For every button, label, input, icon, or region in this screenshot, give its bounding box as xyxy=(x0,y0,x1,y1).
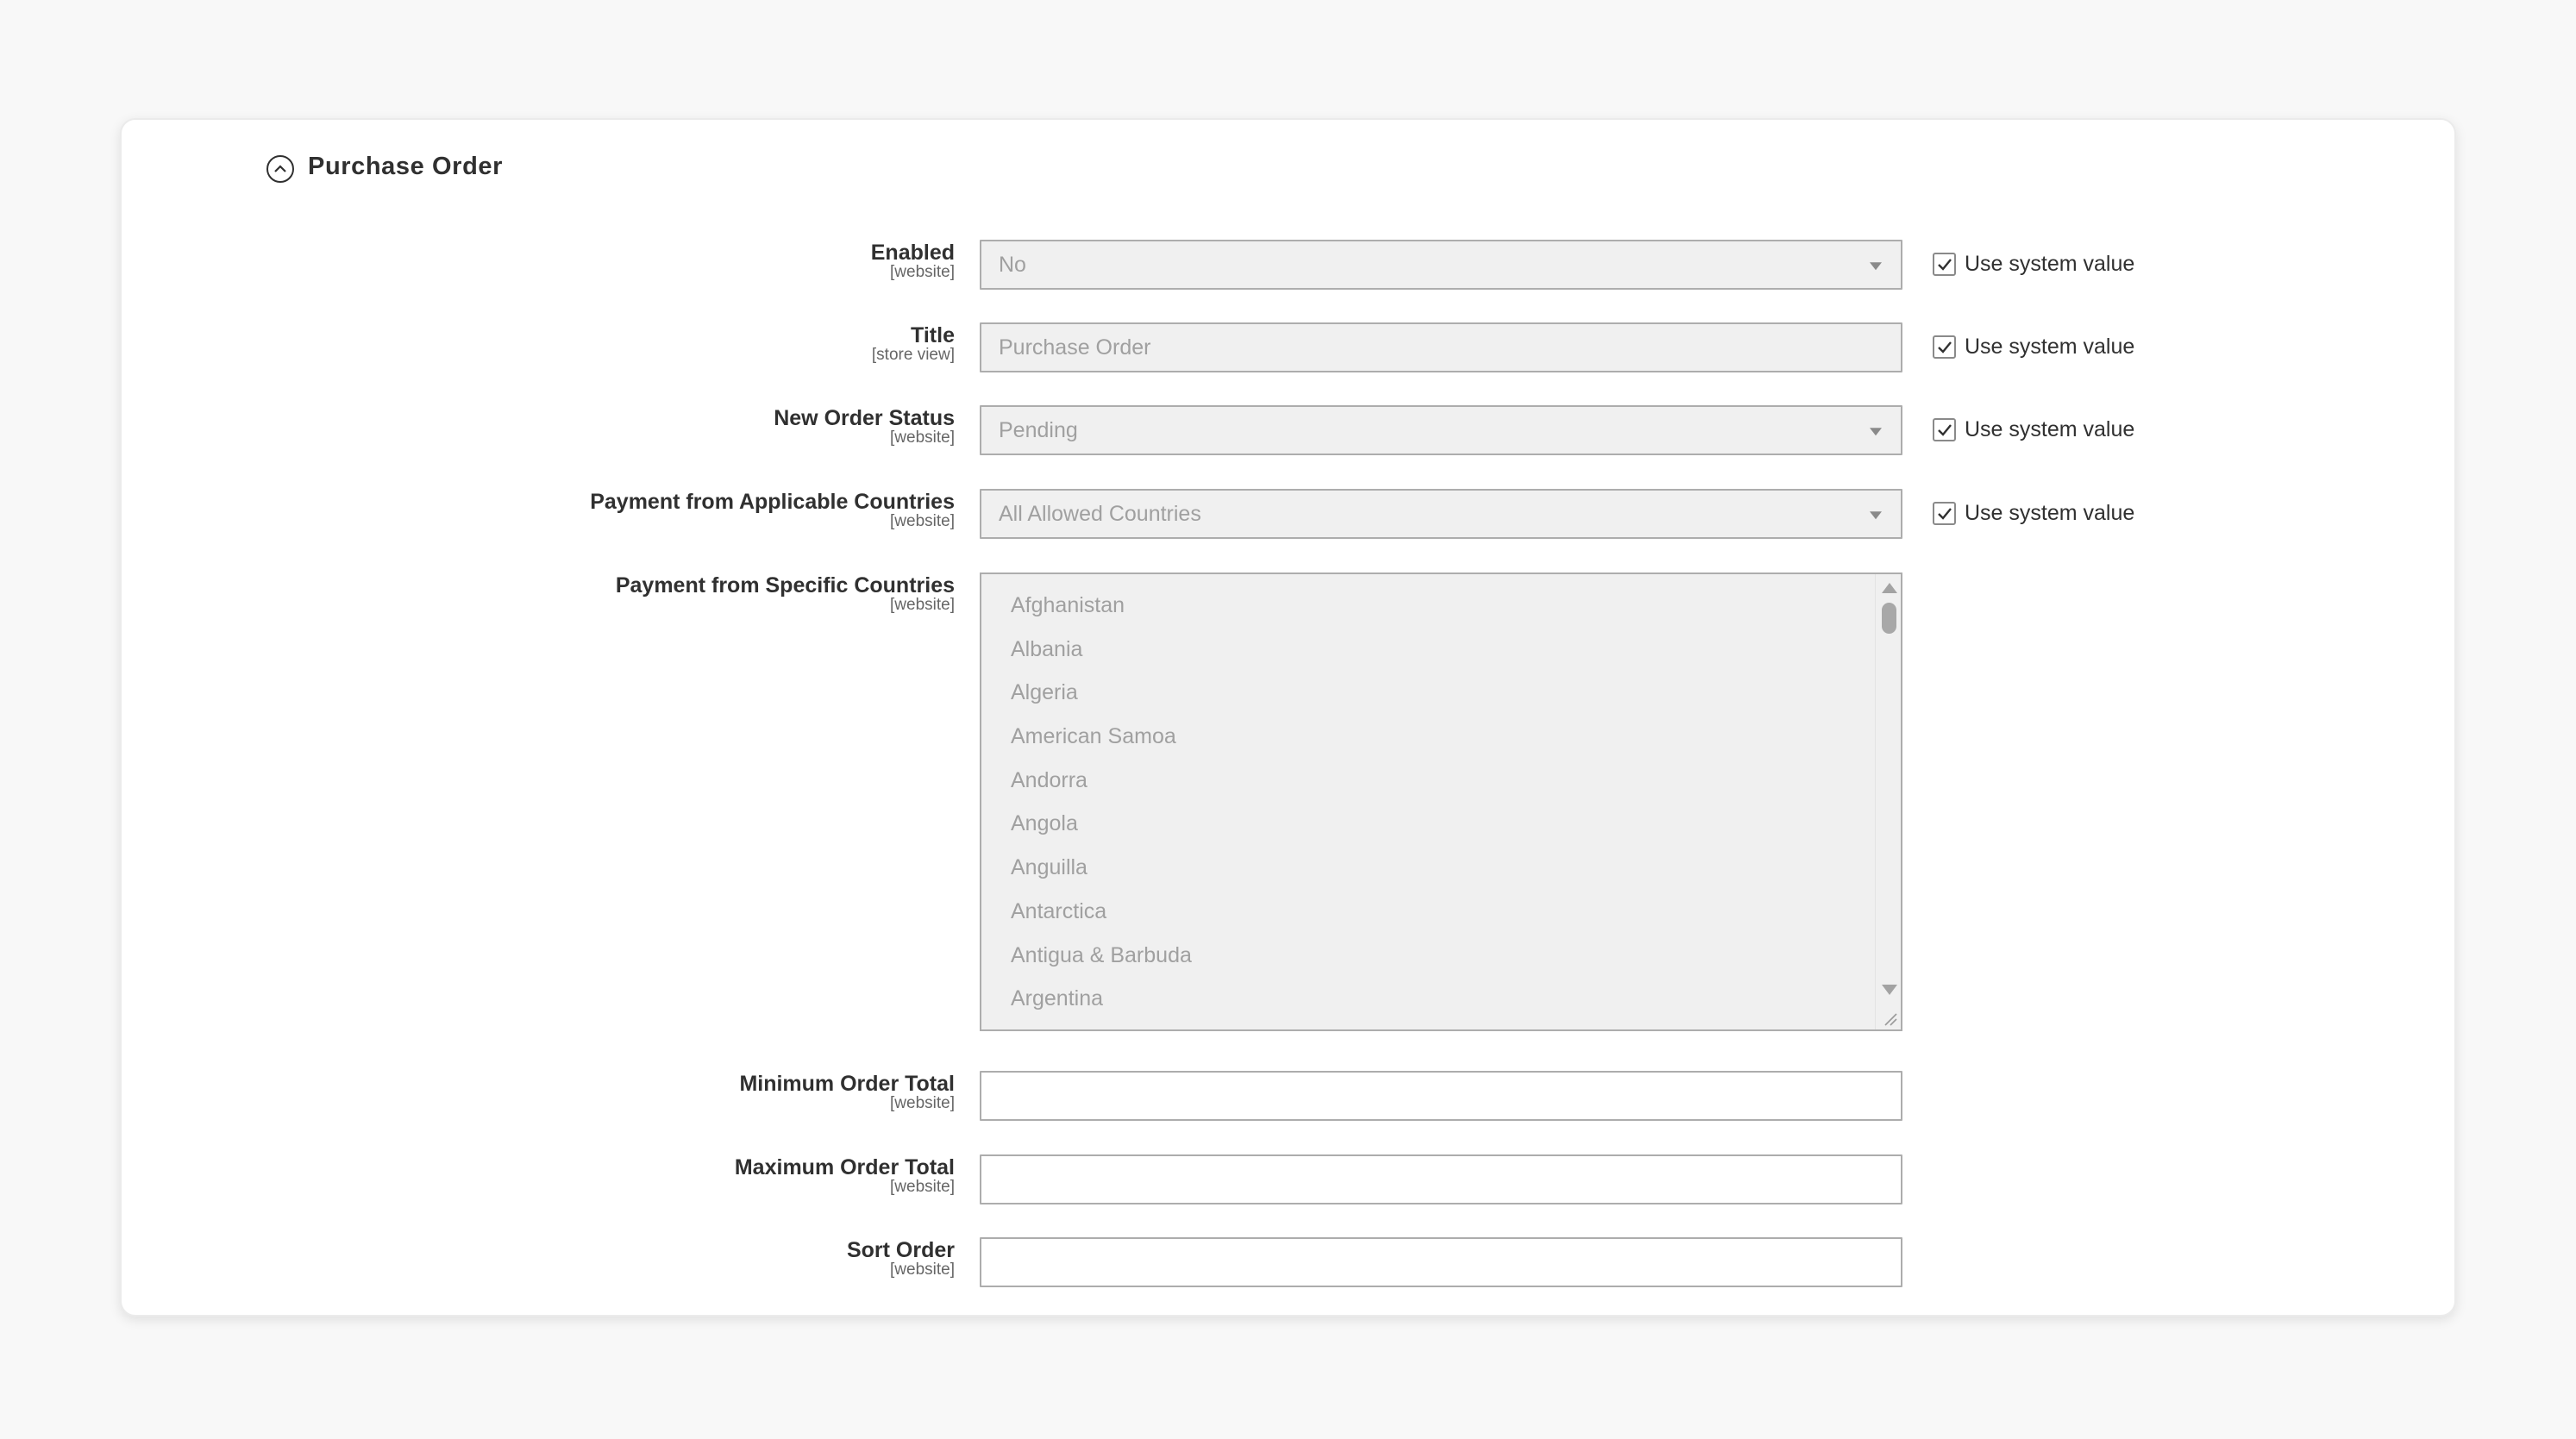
field-label-title: Title [store view] xyxy=(871,323,955,364)
field-label-applicable-countries: Payment from Applicable Countries [websi… xyxy=(590,490,955,530)
country-option[interactable]: Albania xyxy=(1011,634,1192,678)
country-options-list: Afghanistan Albania Algeria American Sam… xyxy=(1011,590,1192,1027)
chevron-up-circle-icon xyxy=(266,155,294,183)
country-option[interactable]: Algeria xyxy=(1011,677,1192,721)
sort-order-input[interactable] xyxy=(980,1237,1902,1287)
field-label-max-order-total: Maximum Order Total [website] xyxy=(734,1155,955,1196)
scroll-down-arrow-icon[interactable] xyxy=(1882,985,1897,995)
chevron-down-icon xyxy=(1870,428,1882,436)
specific-countries-multiselect[interactable]: Afghanistan Albania Algeria American Sam… xyxy=(980,572,1902,1031)
checkbox-checked-icon[interactable] xyxy=(1933,418,1956,441)
checkbox-checked-icon[interactable] xyxy=(1933,253,1956,276)
chevron-down-icon xyxy=(1870,262,1882,271)
max-order-total-input[interactable] xyxy=(980,1154,1902,1204)
vertical-scrollbar[interactable] xyxy=(1875,574,1901,1029)
country-option[interactable]: Antigua & Barbuda xyxy=(1011,940,1192,984)
country-option[interactable]: Argentina xyxy=(1011,983,1192,1027)
use-system-value-new-order-status[interactable]: Use system value xyxy=(1933,417,2134,442)
scroll-up-arrow-icon[interactable] xyxy=(1882,583,1897,593)
checkbox-checked-icon[interactable] xyxy=(1933,335,1956,359)
checkbox-checked-icon[interactable] xyxy=(1933,502,1956,525)
title-input[interactable]: Purchase Order xyxy=(980,322,1902,372)
resize-grip-icon[interactable] xyxy=(1882,1010,1897,1026)
field-label-min-order-total: Minimum Order Total [website] xyxy=(739,1072,955,1112)
country-option[interactable]: Afghanistan xyxy=(1011,590,1192,634)
applicable-countries-select[interactable]: All Allowed Countries xyxy=(980,489,1902,539)
enabled-select[interactable]: No xyxy=(980,240,1902,290)
country-option[interactable]: Anguilla xyxy=(1011,852,1192,896)
min-order-total-input[interactable] xyxy=(980,1071,1902,1121)
country-option[interactable]: Angola xyxy=(1011,808,1192,852)
section-title: Purchase Order xyxy=(308,152,503,180)
chevron-down-icon xyxy=(1870,511,1882,520)
use-system-value-applicable-countries[interactable]: Use system value xyxy=(1933,501,2134,526)
use-system-value-enabled[interactable]: Use system value xyxy=(1933,252,2134,277)
scrollbar-thumb[interactable] xyxy=(1882,603,1896,634)
country-option[interactable]: American Samoa xyxy=(1011,721,1192,765)
country-option[interactable]: Andorra xyxy=(1011,765,1192,809)
field-label-new-order-status: New Order Status [website] xyxy=(774,406,955,447)
country-option[interactable]: Antarctica xyxy=(1011,896,1192,940)
use-system-value-title[interactable]: Use system value xyxy=(1933,335,2134,360)
purchase-order-panel: Purchase Order Enabled [website] No Use … xyxy=(120,118,2456,1317)
new-order-status-select[interactable]: Pending xyxy=(980,405,1902,455)
field-label-enabled: Enabled [website] xyxy=(870,241,955,281)
field-label-sort-order: Sort Order [website] xyxy=(846,1238,955,1279)
section-toggle[interactable]: Purchase Order xyxy=(266,146,503,187)
field-label-specific-countries: Payment from Specific Countries [website… xyxy=(615,573,955,614)
